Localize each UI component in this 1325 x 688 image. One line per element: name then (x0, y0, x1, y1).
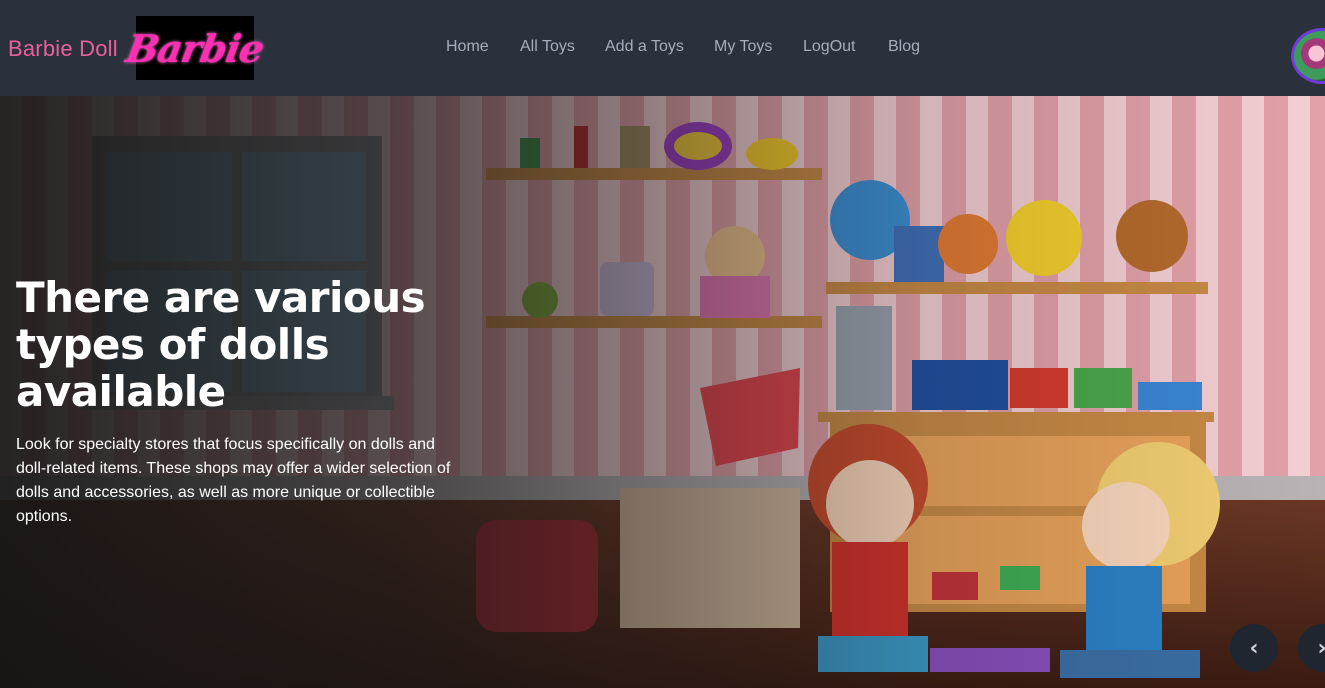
nav-blog[interactable]: Blog (888, 38, 920, 56)
hero-title: There are various types of dolls availab… (16, 274, 466, 415)
hero-carousel: There are various types of dolls availab… (0, 96, 1325, 688)
hero-title-line: types of dolls (16, 320, 330, 369)
nav-add-toys[interactable]: Add a Toys (605, 38, 684, 56)
nav-my-toys[interactable]: My Toys (714, 38, 772, 56)
carousel-prev-button[interactable]: ‹ (1230, 624, 1278, 672)
nav-menu: Home All Toys Add a Toys My Toys LogOut … (0, 38, 1325, 60)
hero-title-line: available (16, 367, 226, 416)
chevron-right-icon: › (1317, 636, 1325, 661)
user-avatar[interactable] (1291, 28, 1325, 84)
chevron-left-icon: ‹ (1249, 635, 1259, 661)
hero-title-line: There are various (16, 273, 426, 322)
nav-all-toys[interactable]: All Toys (520, 38, 575, 56)
navbar: Barbie Doll Barbie Home All Toys Add a T… (0, 0, 1325, 96)
nav-home[interactable]: Home (446, 38, 489, 56)
hero-text: There are various types of dolls availab… (16, 274, 466, 529)
hero-description: Look for specialty stores that focus spe… (16, 436, 451, 525)
nav-logout[interactable]: LogOut (803, 38, 855, 56)
